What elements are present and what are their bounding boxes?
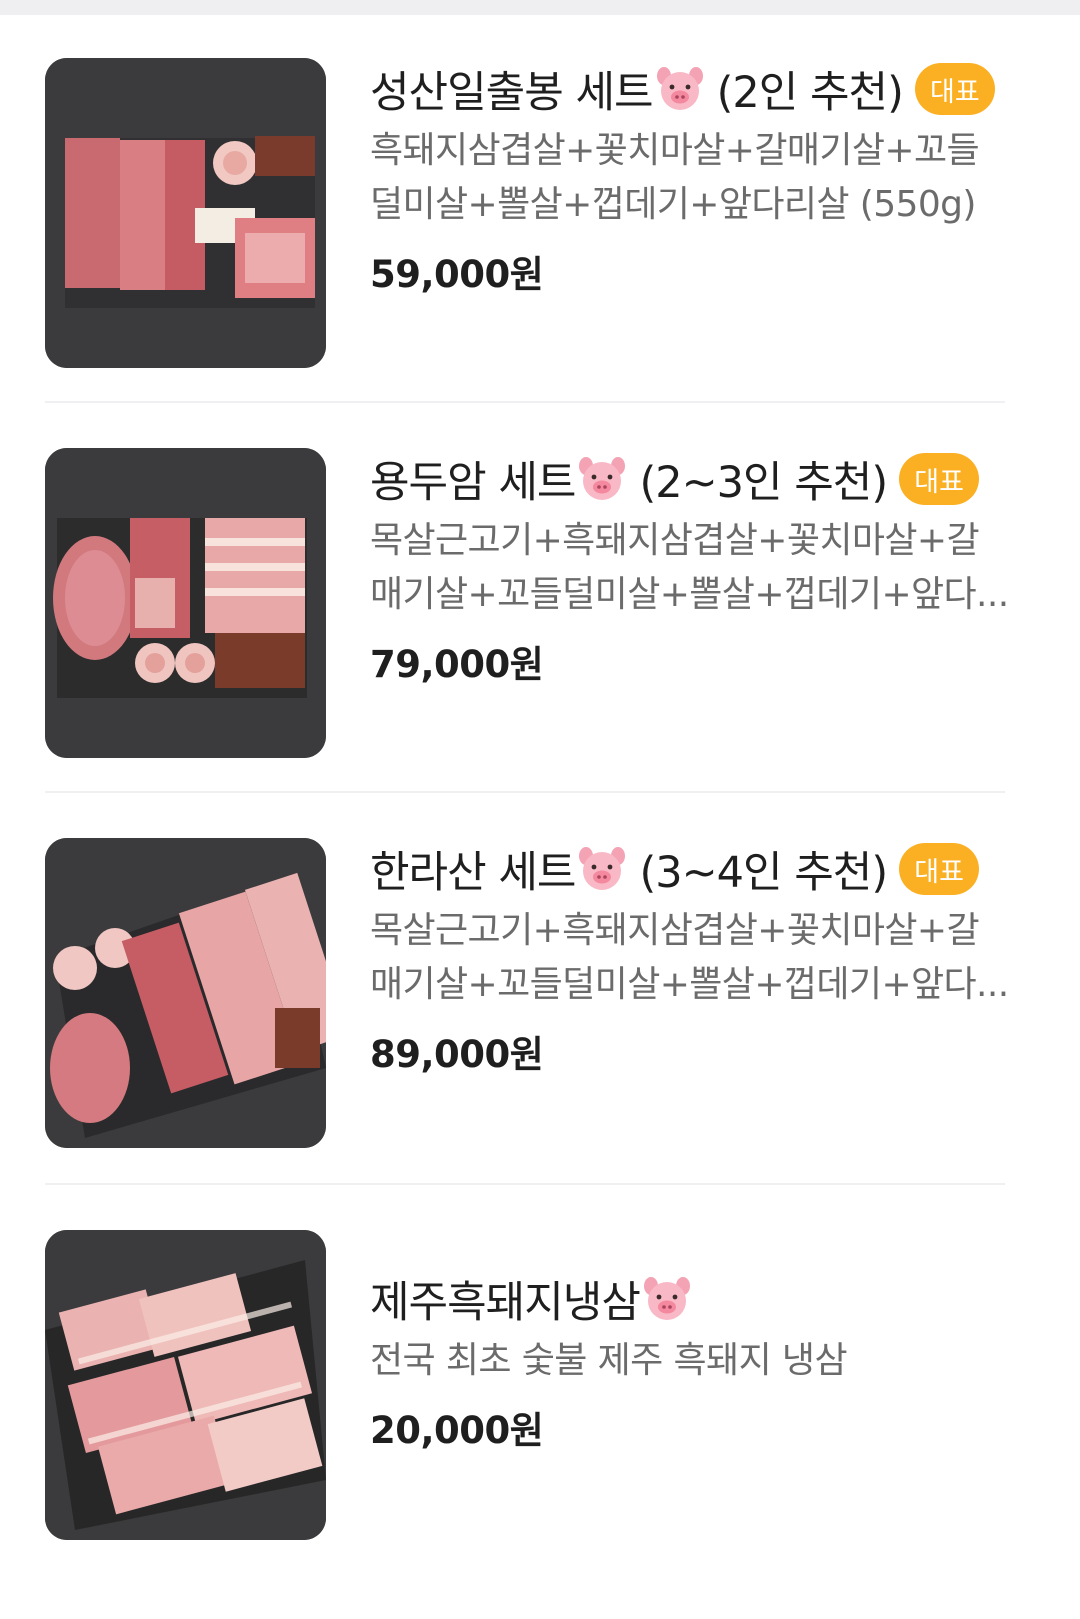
menu-item-serving: (2인 추천) (716, 68, 904, 118)
meat-platter-image (45, 838, 326, 1148)
menu-item-description: 목살근고기+흑돼지삼겹살+꽃치마살+갈매기살+꼬들덜미살+뽈살+껍데기+앞다..… (370, 520, 1009, 615)
menu-item-description: 흑돼지삼겹살+꽃치마살+갈매기살+꼬들덜미살+뽈살+껍데기+앞다리살 (550g… (370, 130, 980, 225)
menu-item-description: 목살근고기+흑돼지삼겹살+꽃치마살+갈매기살+꼬들덜미살+뽈살+껍데기+앞다..… (370, 910, 1009, 1005)
menu-item-price: 89,000원 (370, 1033, 544, 1076)
menu-item-name: 용두암 세트 (370, 458, 576, 508)
signature-badge: 대표 (914, 63, 995, 115)
menu-item-price: 20,000원 (370, 1409, 544, 1452)
menu-item-info: 제주흑돼지냉삼 전국 최초 숯불 제주 흑돼지 냉삼 20,000원 (370, 1268, 1030, 1454)
menu-item-seongsan-set[interactable]: 성산일출봉 세트 (2인 추천) 대표 흑돼지삼겹살+꽃치마살+갈매기살+꼬들덜… (45, 58, 1035, 368)
menu-item-title-row: 한라산 세트 (3~4인 추천) 대표 (370, 838, 1030, 900)
divider (45, 791, 1005, 793)
menu-item-price: 59,000원 (370, 253, 544, 296)
menu-item-name: 제주흑돼지냉삼 (370, 1278, 641, 1328)
menu-item-title-row: 용두암 세트 (2~3인 추천) 대표 (370, 448, 1030, 510)
menu-item-title-row: 제주흑돼지냉삼 (370, 1268, 1030, 1330)
menu-item-serving: (3~4인 추천) (639, 848, 888, 898)
pig-face-icon (579, 457, 626, 500)
menu-item-hallasan-set[interactable]: 한라산 세트 (3~4인 추천) 대표 목살근고기+흑돼지삼겹살+꽃치마살+갈매… (45, 838, 1035, 1148)
menu-item-yongduam-set[interactable]: 용두암 세트 (2~3인 추천) 대표 목살근고기+흑돼지삼겹살+꽃치마살+갈매… (45, 448, 1035, 758)
top-strip (0, 0, 1080, 15)
menu-item-info: 성산일출봉 세트 (2인 추천) 대표 흑돼지삼겹살+꽃치마살+갈매기살+꼬들덜… (370, 58, 1030, 298)
menu-item-photo (45, 448, 326, 758)
menu-item-name: 한라산 세트 (370, 848, 576, 898)
meat-platter-image (45, 58, 326, 368)
pig-face-icon (579, 847, 626, 890)
divider (45, 1183, 1005, 1185)
menu-item-photo (45, 58, 326, 368)
menu-item-price: 79,000원 (370, 643, 544, 686)
pig-face-icon (643, 1277, 690, 1320)
divider (45, 401, 1005, 403)
menu-item-name: 성산일출봉 세트 (370, 68, 654, 118)
menu-item-photo (45, 1230, 326, 1540)
menu-item-info: 한라산 세트 (3~4인 추천) 대표 목살근고기+흑돼지삼겹살+꽃치마살+갈매… (370, 838, 1030, 1078)
signature-badge: 대표 (899, 453, 980, 505)
menu-item-info: 용두암 세트 (2~3인 추천) 대표 목살근고기+흑돼지삼겹살+꽃치마살+갈매… (370, 448, 1030, 688)
signature-badge: 대표 (899, 843, 980, 895)
meat-platter-image (45, 448, 326, 758)
meat-platter-image (45, 1230, 326, 1540)
menu-item-photo (45, 838, 326, 1148)
pig-face-icon (656, 67, 703, 110)
menu-item-serving: (2~3인 추천) (639, 458, 888, 508)
menu-item-frozen-pork-belly[interactable]: 제주흑돼지냉삼 전국 최초 숯불 제주 흑돼지 냉삼 20,000원 (45, 1230, 1035, 1540)
menu-item-description: 전국 최초 숯불 제주 흑돼지 냉삼 (370, 1340, 848, 1381)
menu-item-title-row: 성산일출봉 세트 (2인 추천) 대표 (370, 58, 1030, 120)
